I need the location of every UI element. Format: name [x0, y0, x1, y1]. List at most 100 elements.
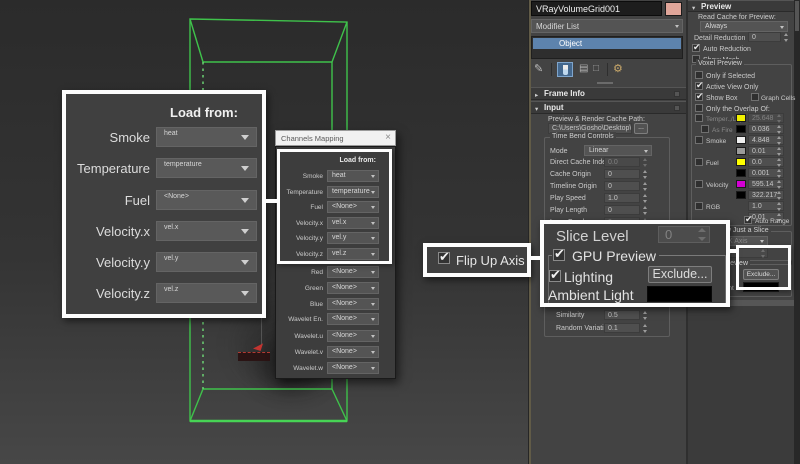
time-bend-group-title: Time Bend Controls [550, 132, 616, 141]
read-cache-dropdown[interactable]: Always [700, 21, 788, 32]
tb-row-value[interactable]: 0 [604, 181, 640, 191]
fuel-color-swatch[interactable] [736, 158, 746, 166]
only-overlap-checkbox[interactable] [695, 104, 703, 112]
similarity-label: Similarity [556, 311, 584, 320]
object-color-swatch[interactable] [665, 2, 682, 16]
spinner[interactable] [642, 182, 648, 191]
emitter-gizmo[interactable] [238, 352, 270, 361]
dialog-row-label: Wavelet En. [276, 315, 323, 324]
callout-row-dropdown: <None> [156, 190, 257, 210]
dialog-row-dropdown[interactable]: <None> [327, 313, 379, 325]
only-if-selected-label: Only if Selected [706, 72, 755, 81]
mag-gpu-preview-checkbox [553, 249, 565, 261]
object-name-field[interactable] [531, 1, 662, 16]
temper-liq-checkbox[interactable] [695, 114, 703, 122]
spinner[interactable] [642, 324, 648, 333]
stack-toolbar: ✎ ▤ □ ⚙ [531, 61, 683, 79]
configure-modifier-sets-icon[interactable]: ⚙ [613, 62, 623, 75]
pin-stack-icon[interactable]: ✎ [534, 62, 543, 75]
dialog-row-dropdown[interactable]: <None> [327, 298, 379, 310]
remove-modifier-icon[interactable]: □ [593, 63, 599, 74]
velocity-min-color-swatch[interactable] [736, 191, 746, 199]
test-tube-icon [563, 65, 568, 75]
spinner[interactable] [776, 125, 782, 134]
modifier-list-dropdown[interactable]: Modifier List [531, 19, 683, 33]
spinner[interactable] [783, 33, 789, 42]
tb-row-value[interactable]: 0.0 [604, 157, 640, 167]
scrollbar-thumb[interactable] [795, 1, 799, 31]
rollout-title: Preview [701, 2, 731, 11]
rollout-input[interactable]: ▾ Input [531, 101, 686, 114]
rollout-frame-info[interactable]: ▸ Frame Info [531, 87, 686, 100]
make-unique-icon[interactable]: ▤ [579, 63, 588, 74]
detail-reduction-value[interactable]: 0 [748, 32, 781, 42]
spinner[interactable] [776, 158, 782, 167]
fuel-checkbox[interactable] [695, 158, 703, 166]
spinner[interactable] [776, 202, 782, 211]
chevron-down-icon [241, 135, 249, 140]
panel-scrollbar[interactable] [794, 0, 800, 464]
dialog-row-value: <None> [332, 268, 357, 275]
dialog-row-dropdown[interactable]: <None> [327, 346, 379, 358]
dialog-row-dropdown[interactable]: <None> [327, 282, 379, 294]
velocity-color-swatch[interactable] [736, 180, 746, 188]
velocity-checkbox[interactable] [695, 180, 703, 188]
graph-cells-checkbox[interactable] [751, 93, 759, 101]
random-variation-value[interactable]: 0.1 [604, 323, 640, 333]
active-view-only-label: Active View Only [706, 83, 758, 92]
show-box-label: Show Box [706, 94, 738, 103]
auto-range-checkbox[interactable] [744, 216, 752, 224]
rollout-preview[interactable]: ▾ Preview [688, 0, 794, 12]
callout-row-dropdown: vel.x [156, 221, 257, 241]
smoke-min-color-swatch[interactable] [736, 147, 746, 155]
rollout-title: Input [544, 103, 564, 112]
dialog-row-dropdown[interactable]: <None> [327, 362, 379, 374]
dialog-row-dropdown[interactable]: <None> [327, 266, 379, 278]
screenshot-root: Modifier List Object ✎ ▤ □ ⚙ ▸ Frame Inf… [0, 0, 800, 464]
tb-row-value[interactable]: 0 [604, 205, 640, 215]
chevron-down-icon [241, 260, 249, 265]
as-fire-checkbox[interactable] [701, 125, 709, 133]
tb-row-value[interactable]: 1.0 [604, 193, 640, 203]
rgb-label: RGB [706, 203, 720, 212]
active-view-only-checkbox[interactable] [695, 82, 703, 90]
mode-dropdown[interactable]: Linear [584, 145, 652, 156]
only-if-selected-checkbox[interactable] [695, 71, 703, 79]
modifier-stack-list[interactable]: Object [531, 36, 683, 59]
callout-row-label: Temperature [68, 161, 150, 176]
temper-liq-color-swatch[interactable] [736, 114, 746, 122]
callout-row-label: Velocity.z [68, 286, 150, 301]
auto-reduction-checkbox[interactable] [692, 44, 700, 52]
tb-row-value[interactable]: 0 [604, 169, 640, 179]
dialog-row-dropdown[interactable]: <None> [327, 330, 379, 342]
spinner[interactable] [642, 206, 648, 215]
spinner[interactable] [776, 191, 782, 200]
close-icon[interactable]: × [385, 132, 391, 143]
similarity-value[interactable]: 0.5 [604, 310, 640, 320]
spinner[interactable] [642, 170, 648, 179]
callout-connector [262, 199, 279, 203]
spinner[interactable] [776, 147, 782, 156]
spinner[interactable] [776, 136, 782, 145]
browse-button[interactable]: ... [634, 123, 648, 134]
spinner[interactable] [642, 311, 648, 320]
as-fire-color-swatch[interactable] [736, 125, 746, 133]
dialog-row-label: Wavelet.w [276, 364, 323, 373]
callout-row-label: Velocity.x [68, 224, 150, 239]
smoke-checkbox[interactable] [695, 136, 703, 144]
panel-resize-grip[interactable] [597, 82, 613, 84]
callout-row-label: Velocity.y [68, 255, 150, 270]
show-end-result-button[interactable] [557, 62, 573, 77]
spinner[interactable] [776, 180, 782, 189]
fuel-min-color-swatch[interactable] [736, 169, 746, 177]
spinner[interactable] [776, 114, 782, 123]
spinner[interactable] [776, 169, 782, 178]
spinner[interactable] [642, 158, 648, 167]
show-box-checkbox[interactable] [695, 93, 703, 101]
dialog-titlebar[interactable]: Channels Mapping × [275, 130, 396, 146]
spinner[interactable] [642, 194, 648, 203]
callout-row-value: vel.z [164, 286, 178, 293]
stack-item-object[interactable]: Object [533, 38, 681, 49]
smoke-color-swatch[interactable] [736, 136, 746, 144]
rgb-checkbox[interactable] [695, 202, 703, 210]
